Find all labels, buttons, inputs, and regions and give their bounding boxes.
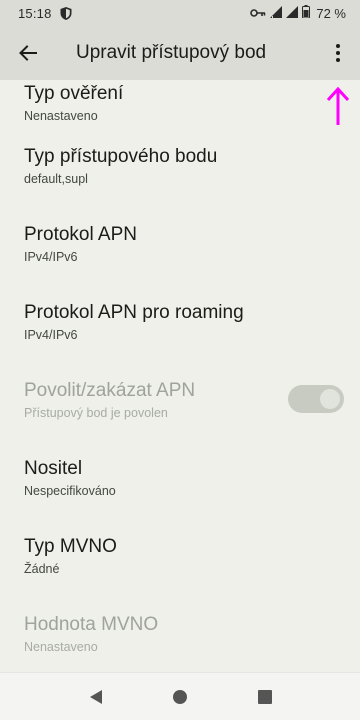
signal-icon-2 xyxy=(286,5,299,21)
shield-icon xyxy=(60,6,72,20)
status-icons: 72 % xyxy=(250,5,346,21)
setting-title: Protokol APN pro roaming xyxy=(24,302,244,323)
setting-mvno-type[interactable]: Typ MVNO Žádné xyxy=(24,536,344,576)
apn-enable-toggle xyxy=(288,385,344,413)
status-bar: 15:18 72 % xyxy=(0,0,360,26)
more-options-button[interactable] xyxy=(316,26,360,80)
setting-summary: Nespecifikováno xyxy=(24,484,116,498)
nav-recents-button[interactable] xyxy=(255,687,275,707)
page-title: Upravit přístupový bod xyxy=(76,42,267,63)
battery-icon xyxy=(302,5,311,21)
square-recents-icon xyxy=(258,690,272,704)
setting-auth-type[interactable]: Typ ověření Nenastaveno xyxy=(24,83,344,123)
nav-home-button[interactable] xyxy=(170,687,190,707)
setting-summary: default,supl xyxy=(24,172,88,186)
back-button[interactable] xyxy=(0,26,56,80)
setting-summary: Nenastaveno xyxy=(24,640,98,654)
setting-title: Typ MVNO xyxy=(24,536,117,557)
setting-apn-protocol[interactable]: Protokol APN IPv4/IPv6 xyxy=(24,224,344,264)
setting-mvno-value: Hodnota MVNO Nenastaveno xyxy=(24,614,344,654)
setting-title: Typ přístupového bodu xyxy=(24,146,218,167)
setting-summary: IPv4/IPv6 xyxy=(24,328,78,342)
setting-summary: IPv4/IPv6 xyxy=(24,250,78,264)
signal-icon xyxy=(270,5,283,21)
setting-apn-roaming-protocol[interactable]: Protokol APN pro roaming IPv4/IPv6 xyxy=(24,302,344,342)
setting-title: Hodnota MVNO xyxy=(24,614,159,635)
setting-bearer[interactable]: Nositel Nespecifikováno xyxy=(24,458,344,498)
setting-summary: Nenastaveno xyxy=(24,109,98,123)
setting-summary: Žádné xyxy=(24,562,60,576)
navigation-bar xyxy=(0,672,360,720)
status-time: 15:18 xyxy=(18,5,52,21)
screen: 15:18 72 % Upravit přístupový bod Typ ov… xyxy=(0,0,360,720)
setting-title: Nositel xyxy=(24,458,83,479)
nav-back-button[interactable] xyxy=(86,687,106,707)
vpn-key-icon xyxy=(250,6,266,21)
toggle-knob xyxy=(320,389,340,409)
annotation-arrow-icon xyxy=(325,86,351,131)
more-vert-icon xyxy=(336,44,340,62)
arrow-left-icon xyxy=(19,45,37,61)
setting-apn-type[interactable]: Typ přístupového bodu default,supl xyxy=(24,146,344,186)
circle-home-icon xyxy=(173,690,187,704)
battery-percent: 72 % xyxy=(316,5,346,21)
app-bar: Upravit přístupový bod xyxy=(0,26,360,80)
setting-title: Protokol APN xyxy=(24,224,137,245)
triangle-back-icon xyxy=(90,690,102,704)
setting-title: Typ ověření xyxy=(24,83,124,104)
